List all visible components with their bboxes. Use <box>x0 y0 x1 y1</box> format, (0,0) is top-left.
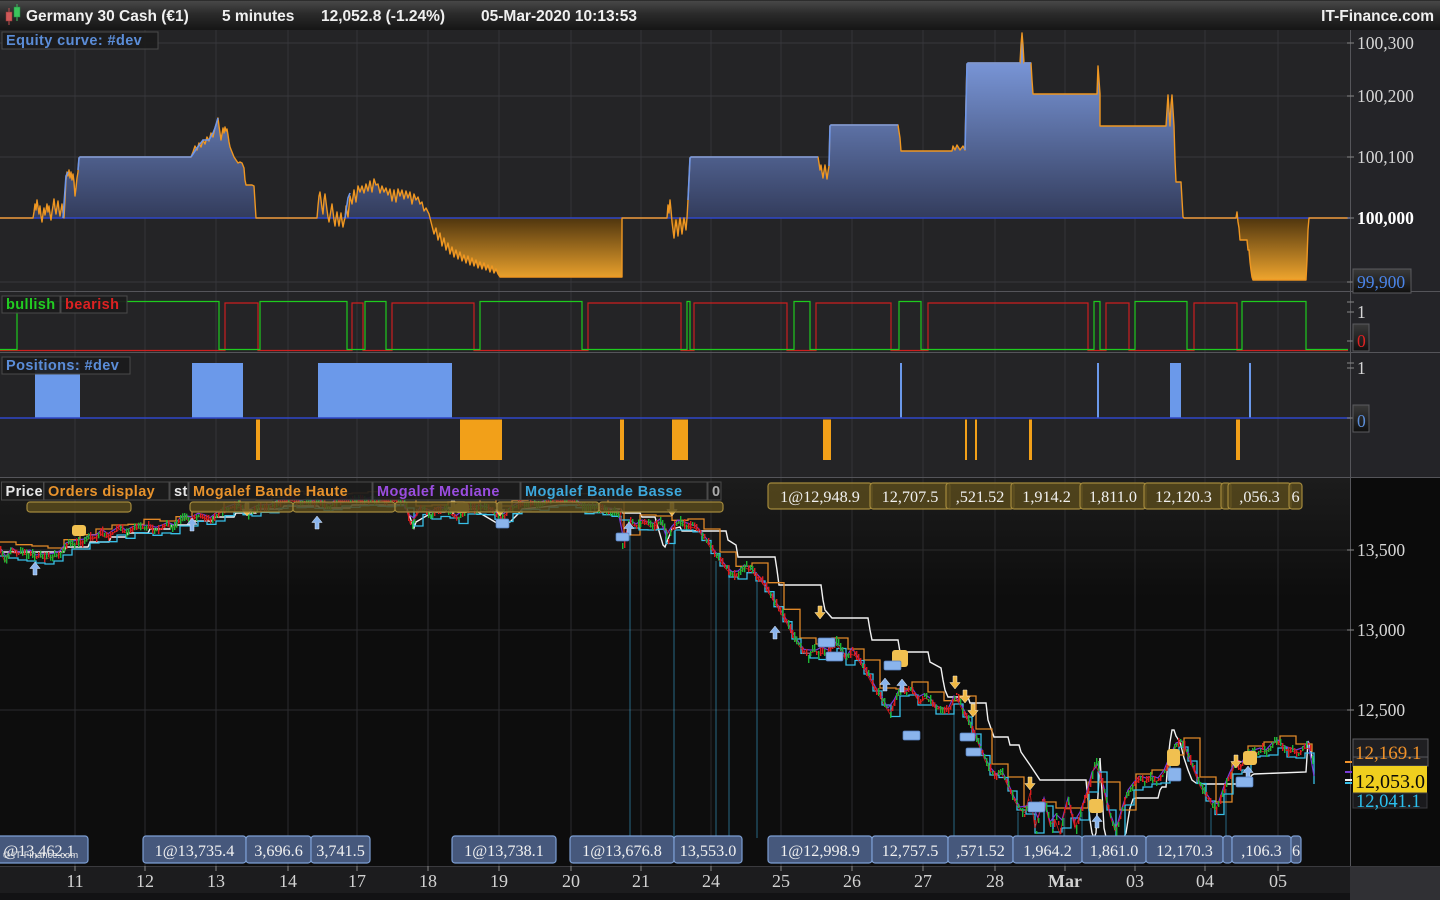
svg-text:Mogalef Bande Basse: Mogalef Bande Basse <box>525 484 682 500</box>
svg-text:12,120.3: 12,120.3 <box>1155 488 1212 506</box>
svg-text:100,300: 100,300 <box>1357 33 1414 53</box>
svg-text:03: 03 <box>1126 871 1144 891</box>
svg-text:0: 0 <box>1357 411 1366 431</box>
svg-text:100,000: 100,000 <box>1357 208 1414 228</box>
svg-text:12: 12 <box>136 871 154 891</box>
svg-text:Mogalef Mediane: Mogalef Mediane <box>377 484 500 500</box>
svg-text:100,200: 100,200 <box>1357 86 1414 106</box>
svg-text:st: st <box>174 484 188 500</box>
svg-text:3,741.5: 3,741.5 <box>316 842 365 860</box>
svg-text:12,170.3: 12,170.3 <box>1156 842 1213 860</box>
svg-text:28: 28 <box>986 871 1004 891</box>
svg-text:17: 17 <box>348 871 366 891</box>
svg-text:,571.52: ,571.52 <box>956 842 1005 860</box>
svg-text:6: 6 <box>1291 488 1299 506</box>
svg-text:© IT-Finance.com: © IT-Finance.com <box>3 850 78 861</box>
svg-text:13,000: 13,000 <box>1357 620 1405 640</box>
svg-text:12,757.5: 12,757.5 <box>882 842 939 860</box>
svg-text:1,861.0: 1,861.0 <box>1090 842 1139 860</box>
svg-text:Positions: #dev: Positions: #dev <box>6 358 119 374</box>
svg-text:,056.3: ,056.3 <box>1239 488 1279 506</box>
svg-text:25: 25 <box>772 871 790 891</box>
svg-text:12,041.1: 12,041.1 <box>1356 792 1421 812</box>
svg-text:,106.3: ,106.3 <box>1241 842 1281 860</box>
svg-text:18: 18 <box>419 871 437 891</box>
svg-text:bullish: bullish <box>6 297 56 313</box>
svg-text:11: 11 <box>66 871 83 891</box>
svg-text:1,914.2: 1,914.2 <box>1022 488 1071 506</box>
svg-text:1@13,735.4: 1@13,735.4 <box>155 842 235 860</box>
svg-text:1@12,998.9: 1@12,998.9 <box>780 842 860 860</box>
svg-text:1@13,676.8: 1@13,676.8 <box>582 842 662 860</box>
svg-text:21: 21 <box>632 871 650 891</box>
svg-text:Mar: Mar <box>1048 871 1082 891</box>
svg-text:13: 13 <box>207 871 225 891</box>
svg-text:12,707.5: 12,707.5 <box>882 488 939 506</box>
svg-text:1,964.2: 1,964.2 <box>1023 842 1072 860</box>
svg-text:12,052.8 (-1.24%): 12,052.8 (-1.24%) <box>321 8 445 25</box>
svg-text:19: 19 <box>490 871 508 891</box>
svg-text:26: 26 <box>843 871 861 891</box>
svg-text:27: 27 <box>914 871 932 891</box>
svg-text:0: 0 <box>1357 331 1366 351</box>
svg-text:6: 6 <box>1292 842 1300 860</box>
svg-text:14: 14 <box>279 871 297 891</box>
svg-text:Price: Price <box>6 484 43 500</box>
svg-text:99,900: 99,900 <box>1357 272 1405 292</box>
svg-text:20: 20 <box>562 871 580 891</box>
svg-text:12,053.0: 12,053.0 <box>1355 771 1425 793</box>
svg-text:24: 24 <box>702 871 720 891</box>
svg-text:3,696.6: 3,696.6 <box>254 842 303 860</box>
svg-text:1,811.0: 1,811.0 <box>1089 488 1137 506</box>
svg-text:,521.52: ,521.52 <box>956 488 1005 506</box>
svg-text:5 minutes: 5 minutes <box>222 8 294 25</box>
svg-text:1: 1 <box>1357 302 1366 322</box>
svg-text:13,500: 13,500 <box>1357 540 1405 560</box>
svg-text:1@13,738.1: 1@13,738.1 <box>464 842 544 860</box>
svg-text:12,500: 12,500 <box>1357 700 1405 720</box>
svg-text:13,553.0: 13,553.0 <box>680 842 737 860</box>
svg-text:Orders display: Orders display <box>48 484 155 500</box>
svg-text:Equity curve: #dev: Equity curve: #dev <box>6 33 142 49</box>
svg-text:Germany 30 Cash (€1): Germany 30 Cash (€1) <box>26 8 189 25</box>
svg-text:04: 04 <box>1196 871 1214 891</box>
svg-text:IT-Finance.com: IT-Finance.com <box>1321 8 1434 25</box>
svg-text:bearish: bearish <box>65 297 119 313</box>
svg-text:12,169.1: 12,169.1 <box>1355 743 1422 764</box>
svg-text:1: 1 <box>1357 358 1366 378</box>
svg-text:100,100: 100,100 <box>1357 147 1414 167</box>
svg-text:1@12,948.9: 1@12,948.9 <box>780 488 860 506</box>
svg-text:0: 0 <box>712 484 720 500</box>
svg-text:05-Mar-2020 10:13:53: 05-Mar-2020 10:13:53 <box>481 8 637 25</box>
svg-text:Mogalef Bande Haute: Mogalef Bande Haute <box>193 484 348 500</box>
svg-text:05: 05 <box>1269 871 1287 891</box>
